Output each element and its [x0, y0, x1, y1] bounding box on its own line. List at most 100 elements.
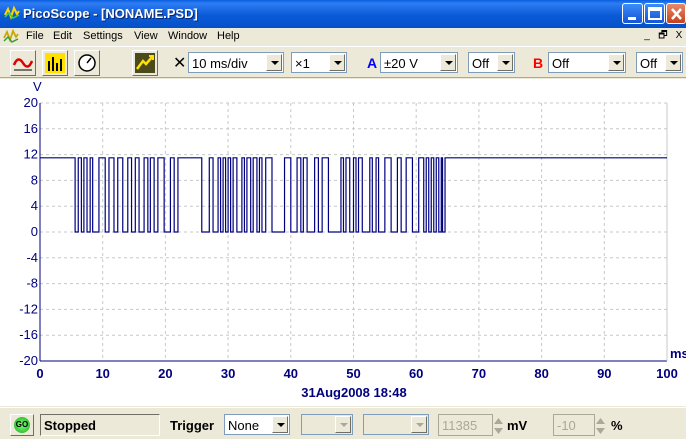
y-tick-label: -4: [26, 250, 38, 265]
channel-a-label: A: [367, 55, 378, 71]
trigger-mode-select[interactable]: None: [224, 414, 290, 435]
go-led-icon: GO: [14, 417, 30, 433]
scope-plot[interactable]: 201612840-4-8-12-16-20 0 10 20 30 40 50 60 70 80…: [0, 79, 686, 406]
x-tick-label: 20: [158, 366, 172, 381]
timebase-select[interactable]: 10 ms/div: [188, 52, 284, 73]
trigger-level-value: 11385: [442, 418, 478, 433]
menu-file[interactable]: File: [26, 30, 44, 42]
pre-trigger-value: -10: [557, 418, 576, 433]
chevron-down-icon[interactable]: [665, 54, 681, 71]
mdi-restore-button[interactable]: 🗗: [656, 30, 670, 43]
spinner-arrows-icon[interactable]: [595, 415, 606, 437]
minimize-icon: [628, 17, 636, 20]
channel-a-range-value: ±20 V: [384, 56, 418, 71]
maximize-button[interactable]: [644, 3, 665, 24]
capture-timestamp: 31Aug2008 18:48: [301, 385, 407, 400]
trigger-level-unit: mV: [507, 418, 528, 433]
x-tick-label: 50: [346, 366, 360, 381]
y-tick-label: 8: [31, 172, 38, 187]
x-axis-ticks: 0 10 20 30 40 50 60 70 80 90 100: [36, 366, 677, 381]
trigger-level-input[interactable]: 11385: [438, 414, 503, 436]
picoscope-app-icon[interactable]: [4, 5, 20, 21]
menu-edit[interactable]: Edit: [53, 30, 72, 42]
spectrum-view-button[interactable]: [42, 50, 68, 76]
x-tick-label: 70: [472, 366, 486, 381]
channel-b-range-value: Off: [552, 56, 570, 71]
maximize-icon: [648, 7, 662, 20]
menu-bar: File Edit Settings View Window Help _ 🗗 …: [0, 28, 686, 45]
close-icon: [671, 8, 682, 20]
close-button[interactable]: [666, 3, 686, 24]
y-unit-label: V: [33, 79, 42, 94]
pre-trigger-unit: %: [611, 418, 623, 433]
trigger-label: Trigger: [170, 418, 215, 433]
channel-a-range-select[interactable]: ±20 V: [380, 52, 458, 73]
menu-view[interactable]: View: [134, 30, 158, 42]
y-axis-ticks: 20 16 12 8 4 0 -4 -8 -12 -16 -20: [19, 95, 38, 368]
picoscope-window: PicoScope - [NONAME.PSD] File Edit Setti…: [0, 0, 686, 439]
mdi-close-button[interactable]: X: [672, 30, 686, 43]
channel-b-coupling-value: Off: [640, 56, 658, 71]
x-tick-label: 40: [284, 366, 298, 381]
multiplier-value: ×1: [295, 56, 310, 71]
auto-setup-icon: [135, 53, 155, 73]
y-tick-label: 12: [24, 147, 38, 162]
run-status-field: Stopped: [40, 414, 160, 436]
spinner-arrows-icon[interactable]: [493, 415, 504, 437]
auto-setup-button[interactable]: [132, 50, 158, 76]
y-tick-label: -12: [19, 301, 38, 316]
go-button[interactable]: GO: [10, 414, 34, 436]
x-tick-label: 10: [95, 366, 109, 381]
x-tick-label: 30: [221, 366, 235, 381]
channel-b-label: B: [533, 55, 544, 71]
trigger-mode-value: None: [228, 418, 260, 433]
chevron-down-icon[interactable]: [335, 416, 351, 433]
trigger-direction-select[interactable]: [363, 414, 429, 435]
multiplier-select[interactable]: ×1: [291, 52, 347, 73]
x-unit-label: ms: [670, 346, 686, 361]
chevron-down-icon[interactable]: [272, 416, 288, 433]
chevron-down-icon[interactable]: [440, 54, 456, 71]
x-tick-label: 100: [656, 366, 678, 381]
chevron-down-icon[interactable]: [497, 54, 513, 71]
chevron-down-icon[interactable]: [411, 416, 427, 433]
x-tick-label: 60: [409, 366, 423, 381]
meter-view-button[interactable]: [74, 50, 100, 76]
scope-graph[interactable]: 20 16 12 8 4 0 -4 -8 -12 -16 -20 0 10 20 30 40 50 60 70 80…: [0, 79, 686, 406]
window-title: PicoScope - [NONAME.PSD]: [23, 6, 198, 21]
chevron-down-icon[interactable]: [329, 54, 345, 71]
timebase-icon: ✕: [173, 55, 187, 72]
chevron-down-icon[interactable]: [266, 54, 282, 71]
toolbar: ✕ 10 ms/div ×1 A ±20 V Off B Off Off: [0, 46, 686, 78]
channel-a-trace: [40, 157, 667, 233]
chevron-down-icon[interactable]: [608, 54, 624, 71]
scope-view-button[interactable]: [10, 50, 36, 76]
scope-view-icon: [13, 53, 33, 73]
pre-trigger-input[interactable]: -10: [553, 414, 605, 436]
status-bar: GO Stopped Trigger None 11385 mV -10 %: [0, 407, 686, 439]
channel-a-coupling-select[interactable]: Off: [468, 52, 515, 73]
trigger-channel-select[interactable]: [301, 414, 353, 435]
menu-help[interactable]: Help: [217, 30, 240, 42]
channel-b-coupling-select[interactable]: Off: [636, 52, 683, 73]
y-tick-label: 16: [24, 121, 38, 136]
title-bar[interactable]: PicoScope - [NONAME.PSD]: [0, 0, 686, 28]
y-tick-label: -16: [19, 327, 38, 342]
x-tick-label: 0: [36, 366, 43, 381]
document-icon[interactable]: [3, 29, 19, 44]
y-tick-label: -8: [26, 276, 38, 291]
y-tick-label: 20: [24, 95, 38, 110]
channel-a-coupling-value: Off: [472, 56, 490, 71]
meter-view-icon: [78, 54, 96, 72]
minimize-button[interactable]: [622, 3, 643, 24]
y-tick-label: 4: [31, 198, 38, 213]
x-tick-label: 80: [534, 366, 548, 381]
timebase-value: 10 ms/div: [192, 56, 248, 71]
x-tick-label: 90: [597, 366, 611, 381]
spectrum-view-icon: [45, 53, 65, 73]
menu-window[interactable]: Window: [168, 30, 207, 42]
y-tick-label: -20: [19, 353, 38, 368]
channel-b-range-select[interactable]: Off: [548, 52, 626, 73]
mdi-minimize-button[interactable]: _: [640, 30, 654, 43]
menu-settings[interactable]: Settings: [83, 30, 123, 42]
